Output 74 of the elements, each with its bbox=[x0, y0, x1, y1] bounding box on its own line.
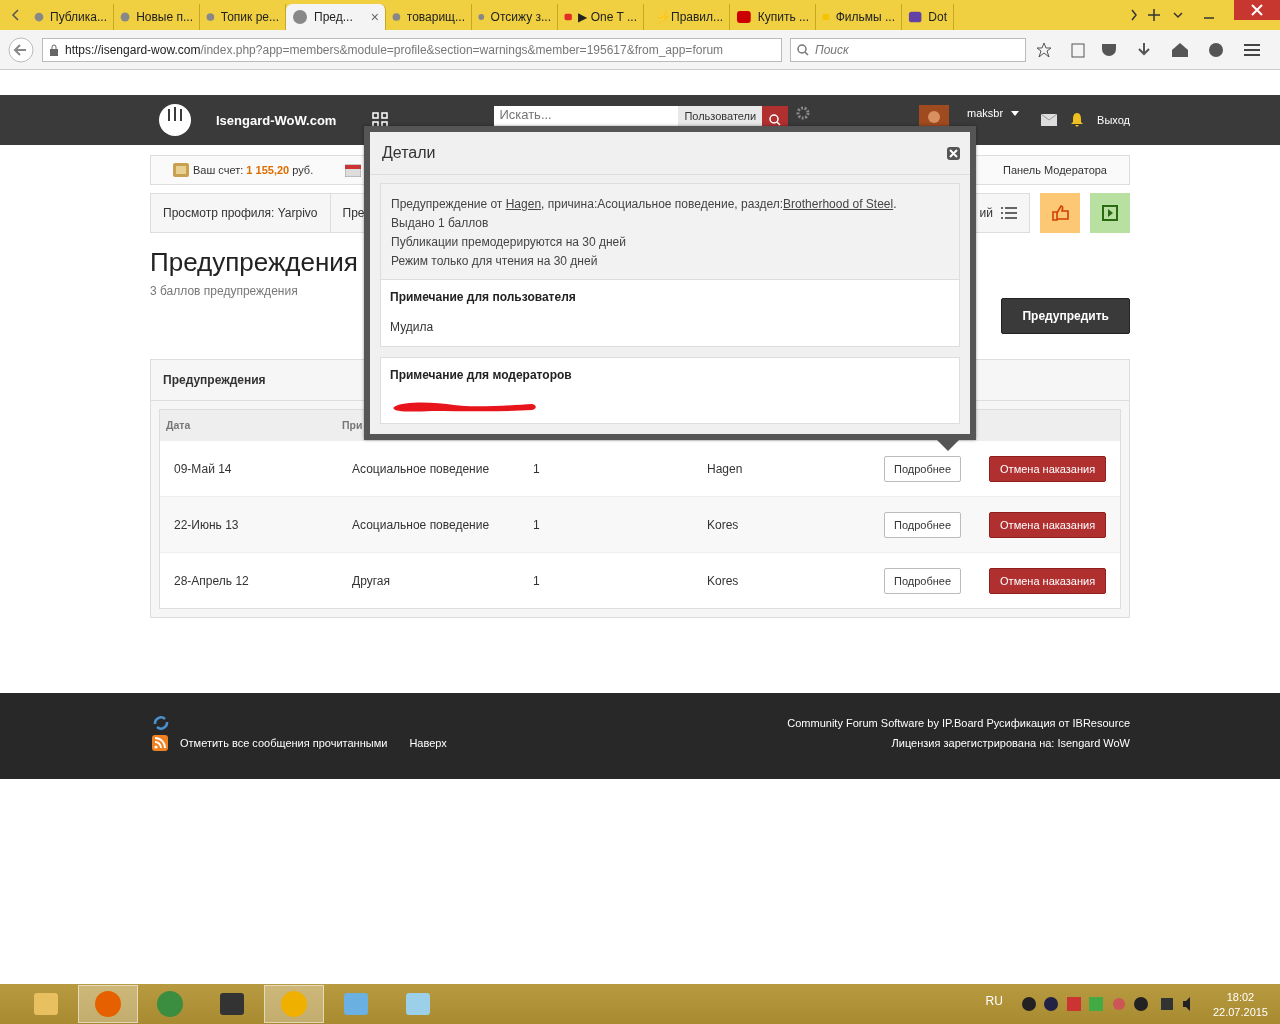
close-icon bbox=[1251, 4, 1263, 16]
table-cell-text: 1 bbox=[533, 461, 541, 476]
revoke-button[interactable]: Отмена наказания bbox=[989, 567, 1107, 594]
close-window-button[interactable] bbox=[1234, 0, 1280, 20]
table-cell-text: 1 bbox=[533, 573, 541, 588]
note-text: Мудила bbox=[390, 320, 435, 334]
table-cell-text: Асоциальное поведение bbox=[352, 517, 491, 532]
column-header: При bbox=[342, 419, 363, 431]
summary-line: Выдано 1 баллов bbox=[391, 215, 490, 232]
logo-icon[interactable] bbox=[158, 103, 192, 137]
credit-text: Community Forum Software by IP.Board Русификация от IBResource bbox=[787, 717, 1130, 729]
table-cell-text: 1 bbox=[533, 517, 541, 532]
sync-icon[interactable] bbox=[152, 715, 170, 731]
bell-icon[interactable] bbox=[1071, 113, 1084, 127]
back-icon[interactable] bbox=[8, 36, 34, 63]
mark-read-link[interactable]: Отметить все сообщения прочитанными bbox=[180, 737, 388, 749]
user-menu[interactable]: maksbr bbox=[967, 95, 1020, 119]
account-balance: Ваш счет: 1 155,20 руб. bbox=[193, 164, 314, 176]
table-cell-text: Kores bbox=[707, 517, 740, 532]
table-cell-text: Hagen bbox=[707, 461, 744, 476]
details-button[interactable]: Подробнее bbox=[884, 455, 962, 482]
table-cell-text: Асоциальное поведение bbox=[352, 461, 491, 476]
revoke-button[interactable]: Отмена наказания bbox=[989, 455, 1107, 482]
app-icon bbox=[93, 989, 123, 1019]
breadcrumb-item[interactable]: Просмотр профиля: Yarpivo bbox=[151, 194, 331, 232]
moderator-panel-link[interactable]: Панель Модератора bbox=[1002, 164, 1107, 176]
back-to-top-link[interactable]: Наверх bbox=[409, 737, 447, 749]
play-icon bbox=[1102, 205, 1118, 221]
table-cell-text: Другая bbox=[352, 573, 391, 588]
table-cell-text: 28-Апрель 12 bbox=[174, 573, 250, 588]
table-cell-text: 09-Май 14 bbox=[174, 461, 233, 476]
address-bar[interactable]: https://isengard-wow.com/index.php?app=members&module=profile&section=warnings&member=195617&from_app=forum bbox=[42, 37, 782, 62]
grid-icon[interactable] bbox=[372, 112, 389, 128]
summary-text: Предупреждение от Hagen, причина:Асоциальное поведение, раздел:Brotherhood of Steel. bbox=[391, 196, 898, 213]
summary-line: Публикации премодерируются на 30 дней bbox=[391, 234, 627, 251]
site-icon bbox=[908, 9, 923, 25]
wallet-icon bbox=[173, 163, 189, 177]
search-field[interactable]: Поиск bbox=[790, 37, 1026, 62]
note-title: Примечание для модераторов bbox=[390, 368, 573, 382]
details-button[interactable]: Подробнее bbox=[884, 511, 962, 538]
table-cell-text: Kores bbox=[707, 573, 740, 588]
page-title: Предупреждения bbox=[150, 247, 358, 278]
page-subtitle: 3 баллов предупреждения bbox=[150, 284, 299, 298]
close-tab-button[interactable]: × bbox=[370, 9, 379, 25]
license-text: Лицензия зарегистрирована на: Isengard WoW bbox=[891, 737, 1130, 749]
settings-icon[interactable] bbox=[796, 106, 811, 120]
app-icon bbox=[279, 989, 309, 1019]
play-button[interactable] bbox=[1090, 193, 1130, 233]
summary-line: Режим только для чтения на 30 дней bbox=[391, 253, 599, 270]
table-cell-text: 22-Июнь 13 bbox=[174, 517, 240, 532]
app-icon bbox=[155, 989, 185, 1019]
mail-icon[interactable] bbox=[1041, 114, 1058, 126]
search-icon bbox=[769, 114, 782, 126]
like-button[interactable] bbox=[1040, 193, 1080, 233]
warn-button[interactable]: Предупредить bbox=[1001, 298, 1130, 334]
menu-icon[interactable] bbox=[1242, 41, 1262, 58]
close-button[interactable] bbox=[947, 146, 960, 160]
thumbs-up-icon bbox=[1051, 205, 1069, 221]
dialog-title: Детали bbox=[382, 144, 436, 162]
note-title: Примечание для пользователя bbox=[390, 290, 577, 304]
list-icon[interactable] bbox=[1001, 207, 1017, 219]
site-name[interactable]: Isengard-WoW.com bbox=[216, 112, 337, 128]
site-icon bbox=[292, 9, 308, 25]
breadcrumb-text: ий bbox=[979, 206, 993, 220]
site-icon bbox=[736, 9, 752, 25]
details-button[interactable]: Подробнее bbox=[884, 567, 962, 594]
logout-link[interactable]: Выход bbox=[1097, 114, 1130, 126]
column-header: Дата bbox=[166, 419, 192, 431]
revoke-button[interactable]: Отмена наказания bbox=[989, 511, 1107, 538]
taskbar-app[interactable] bbox=[78, 985, 138, 1023]
browser-tab[interactable]: Пред... × bbox=[286, 4, 386, 30]
caret-icon bbox=[1011, 110, 1020, 116]
calendar-icon[interactable] bbox=[345, 163, 362, 177]
rss-icon[interactable] bbox=[152, 735, 168, 751]
